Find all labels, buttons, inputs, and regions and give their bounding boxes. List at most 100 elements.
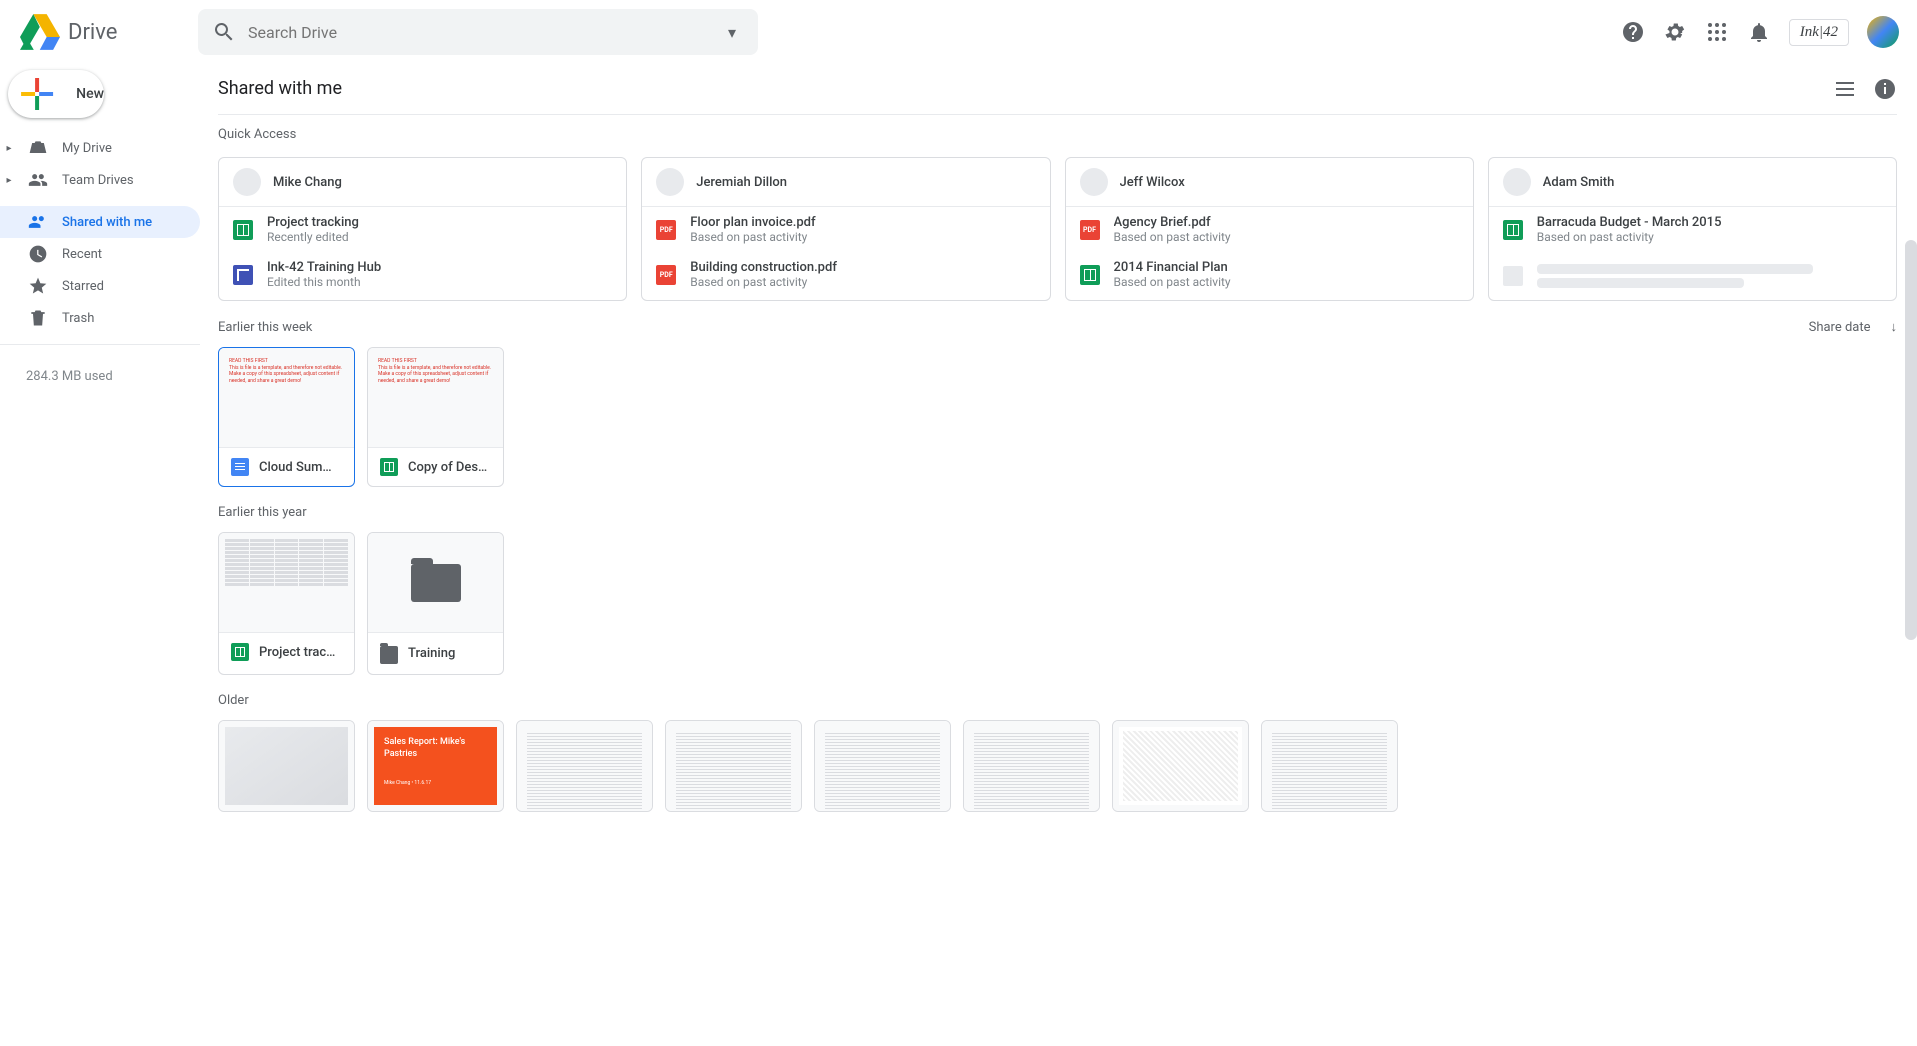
quick-access-item[interactable]: Ink-42 Training HubEdited this month bbox=[219, 252, 626, 297]
file-grid: Project tracking Training bbox=[218, 532, 1897, 675]
file-name: Cloud Summits '... bbox=[259, 460, 342, 475]
sidebar-item-label: Shared with me bbox=[62, 215, 152, 230]
pdf-icon bbox=[656, 265, 676, 285]
storage-info: 284.3 MB used bbox=[0, 355, 200, 384]
file-thumbnail bbox=[517, 721, 652, 811]
file-title: Project tracking bbox=[267, 215, 612, 230]
recent-icon bbox=[28, 244, 48, 264]
file-thumbnail bbox=[368, 533, 503, 633]
sidebar-item-label: Team Drives bbox=[62, 173, 134, 188]
quick-access-person: Jeremiah Dillon bbox=[642, 158, 1049, 207]
search-input[interactable] bbox=[248, 23, 708, 42]
notifications-icon[interactable] bbox=[1747, 20, 1771, 44]
file-title: Building construction.pdf bbox=[690, 260, 1035, 275]
arrow-down-icon: ↓ bbox=[1891, 319, 1898, 335]
sidebar-item-label: Trash bbox=[62, 311, 94, 326]
file-thumbnail bbox=[815, 721, 950, 811]
file-card[interactable] bbox=[665, 720, 802, 812]
file-card[interactable] bbox=[963, 720, 1100, 812]
share-date-sort[interactable]: Share date↓ bbox=[1809, 319, 1897, 335]
file-grid: READ THIS FIRSTThis is file is a templat… bbox=[218, 347, 1897, 487]
sidebar-item-label: My Drive bbox=[62, 141, 112, 156]
person-name: Jeremiah Dillon bbox=[696, 175, 787, 190]
drive-logo-icon bbox=[20, 12, 60, 52]
section-title: Earlier this week bbox=[218, 320, 1809, 335]
quick-access-item[interactable]: 2014 Financial PlanBased on past activit… bbox=[1066, 252, 1473, 297]
info-icon[interactable] bbox=[1873, 77, 1897, 101]
file-card[interactable]: Project tracking bbox=[218, 532, 355, 675]
sidebar-item-starred[interactable]: Starred bbox=[0, 270, 200, 302]
file-thumbnail bbox=[666, 721, 801, 811]
person-avatar bbox=[1080, 168, 1108, 196]
file-name: Project tracking bbox=[259, 645, 342, 660]
new-button[interactable]: New bbox=[8, 70, 104, 118]
header: Drive ▾ Ink|42 bbox=[0, 0, 1917, 64]
file-thumbnail bbox=[1262, 721, 1397, 811]
header-icons: Ink|42 bbox=[1621, 16, 1909, 48]
list-view-icon[interactable] bbox=[1833, 77, 1857, 101]
settings-gear-icon[interactable] bbox=[1663, 20, 1687, 44]
file-card[interactable] bbox=[516, 720, 653, 812]
apps-grid-icon[interactable] bbox=[1705, 20, 1729, 44]
sidebar-item-shared-with-me[interactable]: Shared with me bbox=[0, 206, 200, 238]
file-subtitle: Based on past activity bbox=[690, 230, 1035, 244]
sidebar-item-my-drive[interactable]: ▸ My Drive bbox=[0, 132, 200, 164]
sidebar-item-recent[interactable]: Recent bbox=[0, 238, 200, 270]
person-avatar bbox=[1503, 168, 1531, 196]
quick-access-item[interactable]: Barracuda Budget - March 2015Based on pa… bbox=[1489, 207, 1896, 252]
app-name: Drive bbox=[68, 20, 117, 45]
file-grid: Sales Report: Mike's PastriesMike Chang … bbox=[218, 720, 1897, 812]
file-subtitle: Based on past activity bbox=[1114, 275, 1459, 289]
quick-access-item[interactable]: Building construction.pdfBased on past a… bbox=[642, 252, 1049, 297]
chevron-right-icon[interactable]: ▸ bbox=[4, 143, 14, 154]
file-thumbnail bbox=[219, 533, 354, 633]
user-avatar[interactable] bbox=[1867, 16, 1899, 48]
file-subtitle: Recently edited bbox=[267, 230, 612, 244]
quick-access-person: Mike Chang bbox=[219, 158, 626, 207]
sheets-icon bbox=[231, 643, 249, 661]
quick-access-card: Jeremiah Dillon Floor plan invoice.pdfBas… bbox=[641, 157, 1050, 301]
file-thumbnail bbox=[1113, 721, 1248, 811]
file-thumbnail bbox=[964, 721, 1099, 811]
quick-access-item[interactable]: Project trackingRecently edited bbox=[219, 207, 626, 252]
quick-access-item[interactable]: Floor plan invoice.pdfBased on past acti… bbox=[642, 207, 1049, 252]
logo-area[interactable]: Drive bbox=[8, 12, 198, 52]
sidebar-item-trash[interactable]: Trash bbox=[0, 302, 200, 334]
file-card[interactable]: Training bbox=[367, 532, 504, 675]
file-name: Copy of Dessert ... bbox=[408, 460, 491, 475]
quick-access-card: Mike ChangProject trackingRecently edite… bbox=[218, 157, 627, 301]
file-thumbnail: Sales Report: Mike's PastriesMike Chang … bbox=[368, 721, 503, 811]
file-card[interactable]: READ THIS FIRSTThis is file is a templat… bbox=[218, 347, 355, 487]
sheets-icon bbox=[380, 458, 398, 476]
chevron-right-icon[interactable]: ▸ bbox=[4, 175, 14, 186]
file-card[interactable] bbox=[1112, 720, 1249, 812]
person-avatar bbox=[656, 168, 684, 196]
file-card[interactable] bbox=[218, 720, 355, 812]
help-icon[interactable] bbox=[1621, 20, 1645, 44]
file-title: 2014 Financial Plan bbox=[1114, 260, 1459, 275]
search-dropdown-icon[interactable]: ▾ bbox=[720, 20, 744, 44]
person-avatar bbox=[233, 168, 261, 196]
file-card[interactable] bbox=[1261, 720, 1398, 812]
quick-access-placeholder bbox=[1489, 252, 1896, 300]
brand-badge[interactable]: Ink|42 bbox=[1789, 19, 1849, 46]
file-title: Barracuda Budget - March 2015 bbox=[1537, 215, 1882, 230]
quick-access-label: Quick Access bbox=[218, 127, 1897, 142]
file-card[interactable] bbox=[814, 720, 951, 812]
file-subtitle: Based on past activity bbox=[1537, 230, 1882, 244]
quick-access-item[interactable]: Agency Brief.pdfBased on past activity bbox=[1066, 207, 1473, 252]
search-icon[interactable] bbox=[212, 20, 236, 44]
file-thumbnail: READ THIS FIRSTThis is file is a templat… bbox=[368, 348, 503, 448]
file-name: Training bbox=[408, 646, 455, 661]
folder-shared-icon bbox=[380, 646, 398, 664]
quick-access-card: Jeff WilcoxAgency Brief.pdfBased on past… bbox=[1065, 157, 1474, 301]
file-thumbnail: READ THIS FIRSTThis is file is a templat… bbox=[219, 348, 354, 448]
section-title: Earlier this year bbox=[218, 505, 1897, 520]
file-card[interactable]: Sales Report: Mike's PastriesMike Chang … bbox=[367, 720, 504, 812]
file-card[interactable]: READ THIS FIRSTThis is file is a templat… bbox=[367, 347, 504, 487]
sidebar-item-label: Starred bbox=[62, 279, 104, 294]
scrollbar[interactable] bbox=[1905, 240, 1917, 640]
search-bar[interactable]: ▾ bbox=[198, 9, 758, 55]
sidebar-item-team-drives[interactable]: ▸ Team Drives bbox=[0, 164, 200, 196]
docs-icon bbox=[231, 458, 249, 476]
